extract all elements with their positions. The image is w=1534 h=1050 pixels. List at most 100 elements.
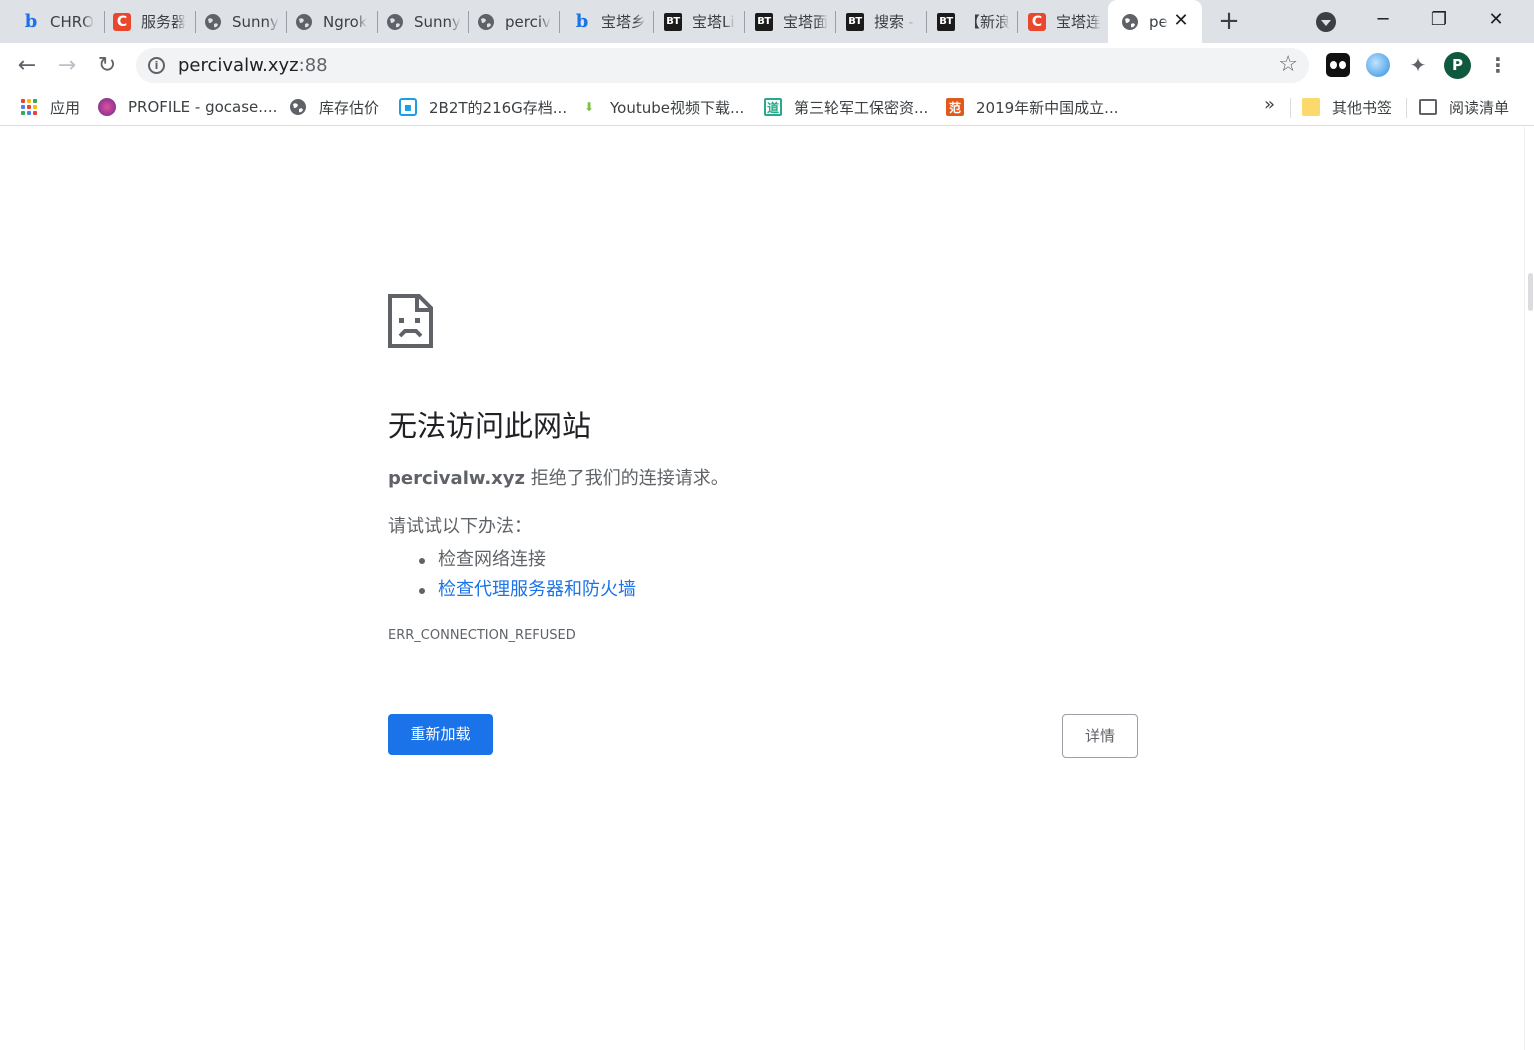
page-title: 无法访问此网站 bbox=[388, 409, 592, 443]
kebab-menu-icon[interactable]: ⋮ bbox=[1486, 53, 1510, 77]
bookmark-label: 2B2T的216G存档... bbox=[429, 98, 568, 117]
tab-title: CHRO bbox=[50, 12, 94, 31]
tab-9[interactable]: BT 宝塔面 bbox=[742, 0, 835, 43]
globe-icon bbox=[477, 13, 495, 31]
tab-7[interactable]: b 宝塔乡 bbox=[560, 0, 653, 43]
suggestion-check-proxy-link[interactable]: 检查代理服务器和防火墙 bbox=[414, 575, 636, 605]
tab-title: Sunny bbox=[414, 12, 461, 31]
tab-1[interactable]: b CHRO bbox=[9, 0, 104, 43]
suggestion-check-network: 检查网络连接 bbox=[414, 545, 636, 575]
bookmark-label: 其他书签 bbox=[1332, 98, 1393, 117]
profile-icon bbox=[98, 98, 116, 116]
scrollbar-thumb[interactable] bbox=[1528, 273, 1533, 311]
bookmark-youtube-download[interactable]: ⬇ Youtube视频下载... bbox=[580, 96, 744, 118]
restore-button[interactable]: ❐ bbox=[1424, 5, 1454, 35]
bookmark-label: 第三轮军工保密资... bbox=[794, 98, 929, 117]
tab-11[interactable]: BT 【新浪 bbox=[924, 0, 1017, 43]
url-host: percivalw.xyz bbox=[178, 55, 299, 76]
tab-10[interactable]: BT 搜索 - bbox=[833, 0, 926, 43]
tab-title: perciv bbox=[505, 12, 551, 31]
error-description: percivalw.xyz 拒绝了我们的连接请求。 bbox=[388, 467, 729, 491]
suggestions-list: 检查网络连接 检查代理服务器和防火墙 bbox=[414, 545, 636, 605]
forward-button[interactable]: → bbox=[52, 51, 82, 81]
globe-icon bbox=[295, 13, 313, 31]
details-button[interactable]: 详情 bbox=[1062, 714, 1138, 758]
new-tab-button[interactable]: + bbox=[1217, 8, 1241, 34]
divider bbox=[1406, 98, 1407, 118]
error-host: percivalw.xyz bbox=[388, 468, 525, 489]
close-window-button[interactable]: ✕ bbox=[1481, 5, 1511, 35]
reload-icon[interactable]: ↻ bbox=[92, 51, 122, 81]
doc-icon: 道 bbox=[764, 98, 782, 116]
bt-icon: BT bbox=[846, 12, 864, 31]
bilibili-icon: ▪ bbox=[399, 98, 417, 116]
mask-extension-icon[interactable] bbox=[1326, 53, 1350, 77]
tab-title: 宝塔连 bbox=[1056, 13, 1102, 31]
tab-2[interactable]: C 服务器 bbox=[100, 0, 195, 43]
globe-icon bbox=[204, 13, 222, 31]
bookmark-inventory[interactable]: 库存估价 bbox=[289, 96, 379, 118]
csdn-icon: C bbox=[1028, 12, 1046, 31]
sad-document-icon bbox=[388, 294, 433, 348]
csdn-icon: C bbox=[113, 12, 131, 31]
bookmarks-overflow-button[interactable]: » bbox=[1264, 94, 1275, 115]
tab-title: 宝塔乡 bbox=[601, 13, 647, 31]
url-text[interactable]: percivalw.xyz:88 bbox=[178, 54, 328, 77]
bookmark-profile[interactable]: PROFILE - gocase.... bbox=[98, 96, 277, 118]
scrollbar[interactable] bbox=[1524, 127, 1534, 1050]
divider bbox=[1290, 98, 1291, 118]
error-code: ERR_CONNECTION_REFUSED bbox=[388, 628, 576, 643]
close-tab-icon[interactable]: ✕ bbox=[1172, 12, 1190, 30]
tab-search-icon[interactable] bbox=[1316, 12, 1336, 32]
tab-title: Ngrok bbox=[323, 12, 368, 31]
tab-title: 【新浪 bbox=[965, 13, 1011, 31]
bookmark-label: 库存估价 bbox=[319, 98, 380, 117]
bookmark-other[interactable]: 其他书签 bbox=[1302, 96, 1392, 118]
bookmarks-bar: 应用 PROFILE - gocase.... 库存估价 ▪ 2B2T的216G… bbox=[0, 88, 1534, 126]
tab-title: 宝塔面 bbox=[783, 13, 829, 31]
url-port: :88 bbox=[298, 55, 328, 76]
tab-title: Sunny bbox=[232, 12, 279, 31]
bookmark-label: 2019年新中国成立... bbox=[976, 98, 1119, 117]
bookmark-military[interactable]: 道 第三轮军工保密资... bbox=[764, 96, 928, 118]
avatar[interactable]: P bbox=[1444, 52, 1471, 79]
tab-active[interactable]: pe ✕ bbox=[1108, 0, 1202, 43]
tab-6[interactable]: perciv bbox=[464, 0, 559, 43]
download-icon: ⬇ bbox=[583, 100, 595, 114]
tab-strip: b CHRO C 服务器 Sunny Ngrok Sunny perciv b bbox=[0, 0, 1534, 43]
tab-3[interactable]: Sunny bbox=[191, 0, 286, 43]
info-icon[interactable]: i bbox=[148, 57, 165, 74]
bookmark-label: PROFILE - gocase.... bbox=[128, 98, 278, 116]
tab-8[interactable]: BT 宝塔Li bbox=[651, 0, 744, 43]
reload-button[interactable]: 重新加载 bbox=[388, 714, 493, 755]
error-message: 拒绝了我们的连接请求。 bbox=[525, 468, 729, 489]
reading-list-icon bbox=[1419, 99, 1437, 115]
bing-icon: b bbox=[24, 11, 38, 32]
bookmark-label: 应用 bbox=[50, 98, 81, 117]
bt-icon: BT bbox=[755, 12, 773, 31]
bookmark-2019[interactable]: 范 2019年新中国成立... bbox=[946, 96, 1118, 118]
bt-icon: BT bbox=[664, 12, 682, 31]
tab-title: 宝塔Li bbox=[692, 13, 735, 31]
tab-5[interactable]: Sunny bbox=[373, 0, 468, 43]
tab-title: pe bbox=[1149, 12, 1168, 31]
toolbar: ← → ↻ i percivalw.xyz:88 ☆ ✦ P ⋮ bbox=[0, 43, 1534, 88]
address-bar[interactable]: i percivalw.xyz:88 ☆ bbox=[136, 48, 1309, 83]
bookmark-apps[interactable]: 应用 bbox=[20, 96, 80, 118]
globe-extension-icon[interactable] bbox=[1366, 53, 1390, 77]
bookmark-label: 阅读清单 bbox=[1449, 98, 1510, 117]
tab-12[interactable]: C 宝塔连 bbox=[1015, 0, 1108, 43]
extensions-puzzle-icon[interactable]: ✦ bbox=[1406, 53, 1430, 77]
suggestions-heading: 请试试以下办法： bbox=[388, 516, 532, 537]
bookmark-star-icon[interactable]: ☆ bbox=[1278, 52, 1298, 78]
fan-icon: 范 bbox=[946, 98, 964, 116]
tab-title: 服务器 bbox=[141, 13, 187, 31]
reading-list[interactable]: 阅读清单 bbox=[1419, 96, 1509, 118]
back-button[interactable]: ← bbox=[12, 51, 42, 81]
tab-4[interactable]: Ngrok bbox=[282, 0, 377, 43]
apps-icon bbox=[20, 98, 38, 116]
minimize-button[interactable]: ─ bbox=[1368, 5, 1398, 35]
bing-icon: b bbox=[575, 11, 589, 32]
bookmark-label: Youtube视频下载... bbox=[610, 98, 745, 117]
bookmark-2b2t[interactable]: ▪ 2B2T的216G存档... bbox=[399, 96, 567, 118]
